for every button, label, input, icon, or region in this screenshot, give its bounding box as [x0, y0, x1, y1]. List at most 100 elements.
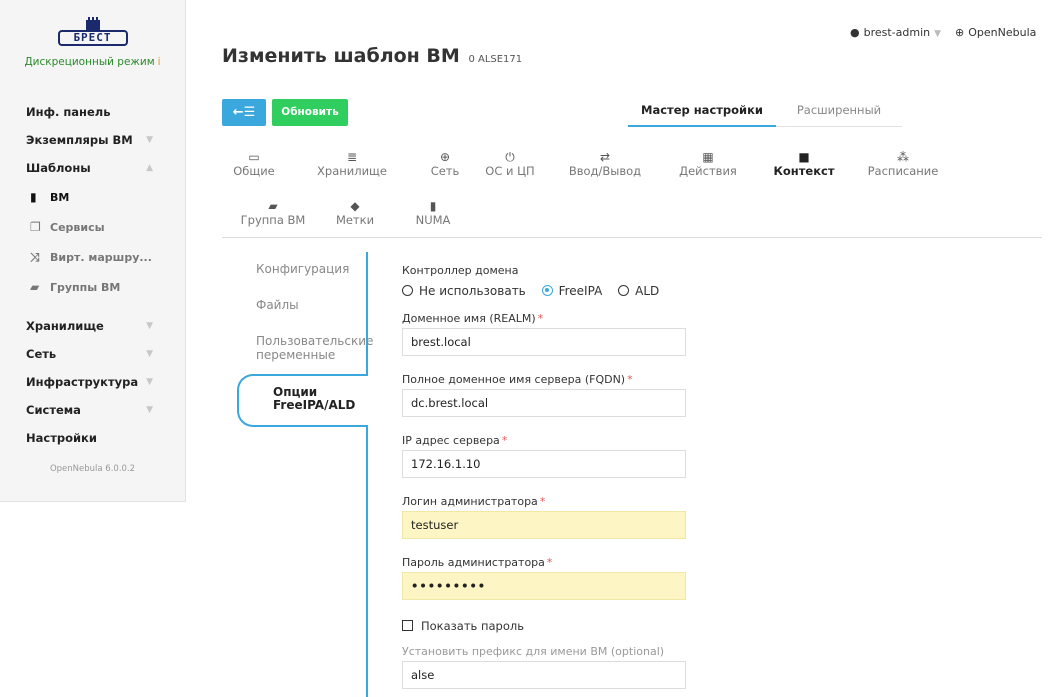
sidebar-subitem-label: Сервисы [50, 221, 105, 234]
sidebar-item-storage[interactable]: Хранилище ▼ [0, 312, 185, 340]
tab-label: Ввод/Вывод [568, 164, 642, 178]
sidebar-item-label: Система [26, 403, 81, 417]
chevron-down-icon: ▼ [146, 377, 153, 387]
tab-label: Контекст [773, 164, 835, 178]
sidebar-item-dashboard[interactable]: Инф. панель [0, 98, 185, 126]
shuffle-icon: ⤨ [30, 250, 40, 264]
tab-labels[interactable]: ◆ Метки [330, 199, 380, 227]
laptop-icon: ▭ [248, 150, 260, 164]
sidebar-item-system[interactable]: Система ▼ [0, 396, 185, 424]
sidebar-subitem-label: ВМ [50, 191, 70, 204]
sidebar-item-label: Хранилище [26, 319, 104, 333]
sidebar-item-label: Шаблоны [26, 161, 91, 175]
tab-label: Метки [335, 213, 375, 227]
tab-network[interactable]: ⊕ Сеть [420, 150, 470, 178]
folder-icon: ■ [798, 150, 810, 164]
context-tab-label: FreeIPA/ALD [273, 398, 356, 412]
ip-input[interactable]: 172.16.1.10 [402, 450, 686, 478]
page-subtitle: 0 ALSE171 [468, 54, 523, 65]
sidebar-subitem-vrouters[interactable]: ⤨ Вирт. маршру... [0, 242, 185, 272]
context-tab-freeipa[interactable]: Опции FreeIPA/ALD [237, 374, 368, 427]
user-icon: ● [850, 26, 860, 39]
context-tab-user-vars[interactable]: Пользовательские переменные [256, 334, 373, 362]
tab-label: Хранилище [317, 164, 387, 178]
security-mode-text: Дискреционный режим [24, 56, 155, 68]
tab-advanced[interactable]: Расширенный [776, 100, 902, 127]
back-to-list-button[interactable]: ←☰ [222, 99, 266, 126]
sidebar-item-label: Настройки [26, 431, 97, 445]
mode-tabs: Мастер настройки Расширенный [628, 100, 902, 127]
sidebar-item-network[interactable]: Сеть ▼ [0, 340, 185, 368]
folder-open-icon: ▰ [30, 280, 40, 294]
tab-io[interactable]: ⇄ Ввод/Вывод [560, 150, 650, 178]
required-mark: * [537, 312, 544, 325]
tab-vm-group[interactable]: ▰ Группа ВМ [238, 199, 308, 227]
sidebar-item-label: Экземпляры ВМ [26, 133, 133, 147]
fqdn-input[interactable]: dc.brest.local [402, 389, 686, 417]
fqdn-label-text: Полное доменное имя сервера (FQDN) [402, 373, 626, 386]
show-password-label: Показать пароль [421, 619, 525, 633]
user-menu[interactable]: brest-admin [864, 26, 931, 39]
globe-icon: ⊕ [439, 150, 451, 164]
sidebar-item-templates[interactable]: Шаблоны ▲ [0, 154, 185, 182]
sitemap-icon: ⁂ [897, 150, 909, 164]
realm-label: Доменное имя (REALM) * [402, 310, 692, 328]
brest-logo[interactable]: БРЕСТ [57, 17, 128, 48]
chevron-up-icon: ▲ [146, 163, 153, 173]
required-mark: * [546, 556, 553, 569]
password-input[interactable]: ••••••••• [402, 572, 686, 600]
context-tab-configuration[interactable]: Конфигурация [256, 262, 349, 276]
domain-controller-label: Контроллер домена [402, 264, 519, 277]
tab-context[interactable]: ■ Контекст [764, 150, 844, 178]
radio-label: FreeIPA [558, 284, 603, 298]
section-divider [222, 237, 1042, 238]
prefix-label-text: Установить префикс для имени ВМ [402, 645, 608, 658]
checkbox-box[interactable] [402, 620, 413, 631]
tab-wizard[interactable]: Мастер настройки [628, 100, 776, 127]
tab-numa[interactable]: ▮ NUMA [408, 199, 458, 227]
tab-storage[interactable]: ≣ Хранилище [312, 150, 392, 178]
prefix-input[interactable]: alse [402, 661, 686, 689]
sidebar: БРЕСТ Дискреционный режим i Инф. панель Э… [0, 0, 186, 502]
files-icon: ❐ [30, 220, 41, 234]
zone-menu[interactable]: OpenNebula [968, 26, 1036, 39]
required-mark: * [501, 434, 508, 447]
tab-general[interactable]: ▭ Общие [229, 150, 279, 178]
info-icon[interactable]: i [158, 56, 161, 68]
required-mark: * [627, 373, 633, 386]
context-tab-label: переменные [256, 348, 336, 362]
database-icon: ≣ [346, 150, 358, 164]
login-input[interactable]: testuser [402, 511, 686, 539]
show-password-checkbox[interactable]: Показать пароль [402, 615, 692, 637]
tab-scheduling[interactable]: ⁂ Расписание [858, 150, 948, 178]
realm-input[interactable]: brest.local [402, 328, 686, 356]
refresh-button[interactable]: Обновить [272, 99, 348, 126]
context-tab-files[interactable]: Файлы [256, 298, 299, 312]
radio-label: ALD [635, 284, 660, 298]
tab-label: NUMA [415, 213, 451, 227]
chevron-down-icon: ▼ [146, 349, 153, 359]
radio-none[interactable]: Не использовать [402, 284, 526, 298]
folder-open-icon: ▰ [268, 199, 278, 213]
radio-freeipa[interactable]: FreeIPA [541, 284, 603, 298]
tab-os-cpu[interactable]: ⏻ ОС и ЦП [480, 150, 540, 178]
tab-actions[interactable]: ▦ Действия [668, 150, 748, 178]
radio-label: Не использовать [419, 284, 526, 298]
tab-label: Сеть [430, 164, 460, 178]
sidebar-item-instances[interactable]: Экземпляры ВМ ▼ [0, 126, 185, 154]
context-tabs-line [366, 252, 368, 697]
chevron-down-icon: ▼ [146, 321, 153, 331]
tab-label: Расписание [867, 164, 939, 178]
sidebar-subitem-services[interactable]: ❐ Сервисы [0, 212, 185, 242]
radio-ald[interactable]: ALD [618, 284, 659, 298]
sidebar-subitem-vm[interactable]: ▮ ВМ [0, 182, 185, 212]
login-label-text: Логин администратора [402, 495, 538, 508]
sidebar-item-infrastructure[interactable]: Инфраструктура ▼ [0, 368, 185, 396]
ip-label: IP адрес сервера * [402, 432, 692, 450]
chevron-down-icon: ▼ [146, 135, 153, 145]
power-icon: ⏻ [505, 150, 515, 164]
sidebar-item-settings[interactable]: Настройки [0, 424, 185, 452]
sidebar-subitem-vmgroups[interactable]: ▰ Группы ВМ [0, 272, 185, 302]
chip-icon: ▮ [429, 199, 437, 213]
file-icon: ▮ [30, 190, 37, 204]
